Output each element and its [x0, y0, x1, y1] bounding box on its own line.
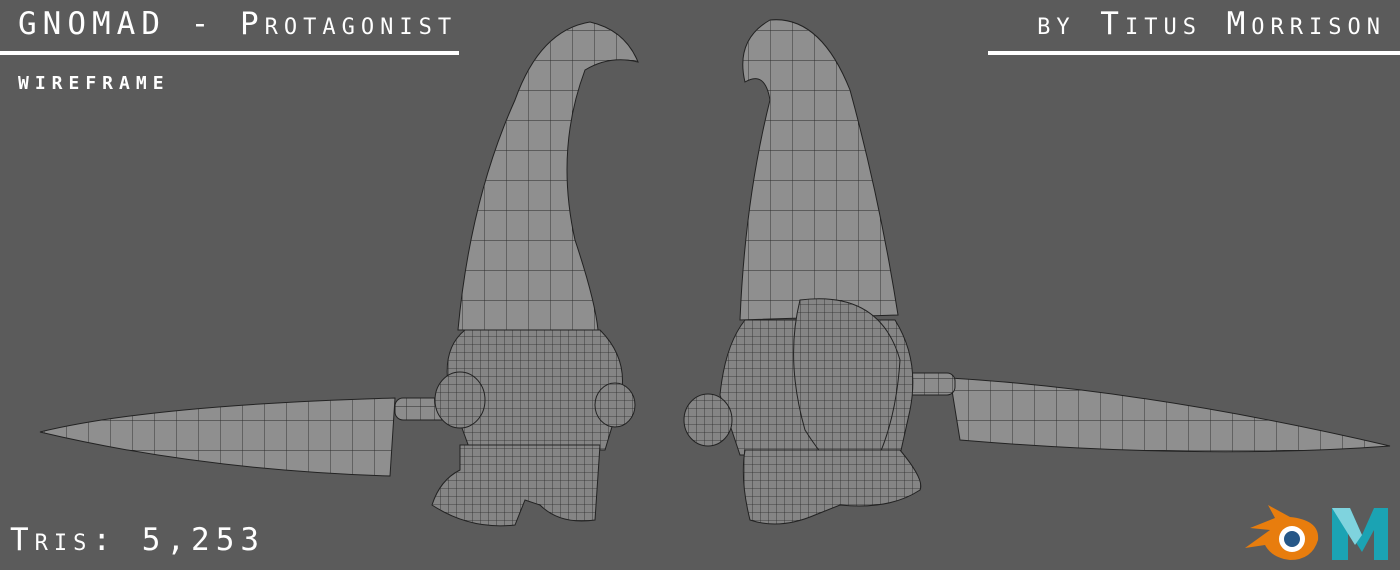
blender-logo [1245, 505, 1319, 560]
knife-blade-right [949, 377, 1391, 453]
legs-left [431, 444, 601, 527]
page-title: GNOMAD - Protagonist [18, 6, 458, 42]
hand-right-gnome [683, 393, 733, 447]
gnome-front-view [39, 21, 639, 527]
view-label: wireframe [18, 66, 170, 95]
hat-right [739, 19, 899, 321]
maya-logo [1332, 508, 1388, 560]
gnome-back-view [683, 19, 1391, 525]
author-underline [988, 51, 1400, 55]
hand-right [594, 382, 636, 428]
author-credit: by Titus Morrison [1037, 6, 1386, 42]
triangle-count: Tris: 5,253 [10, 522, 266, 558]
title-underline [0, 51, 459, 55]
render-scene [39, 19, 1391, 560]
knife-blade-left [39, 397, 396, 477]
legs-right [742, 449, 922, 525]
hand-left [434, 371, 486, 429]
hat-left [457, 21, 639, 331]
